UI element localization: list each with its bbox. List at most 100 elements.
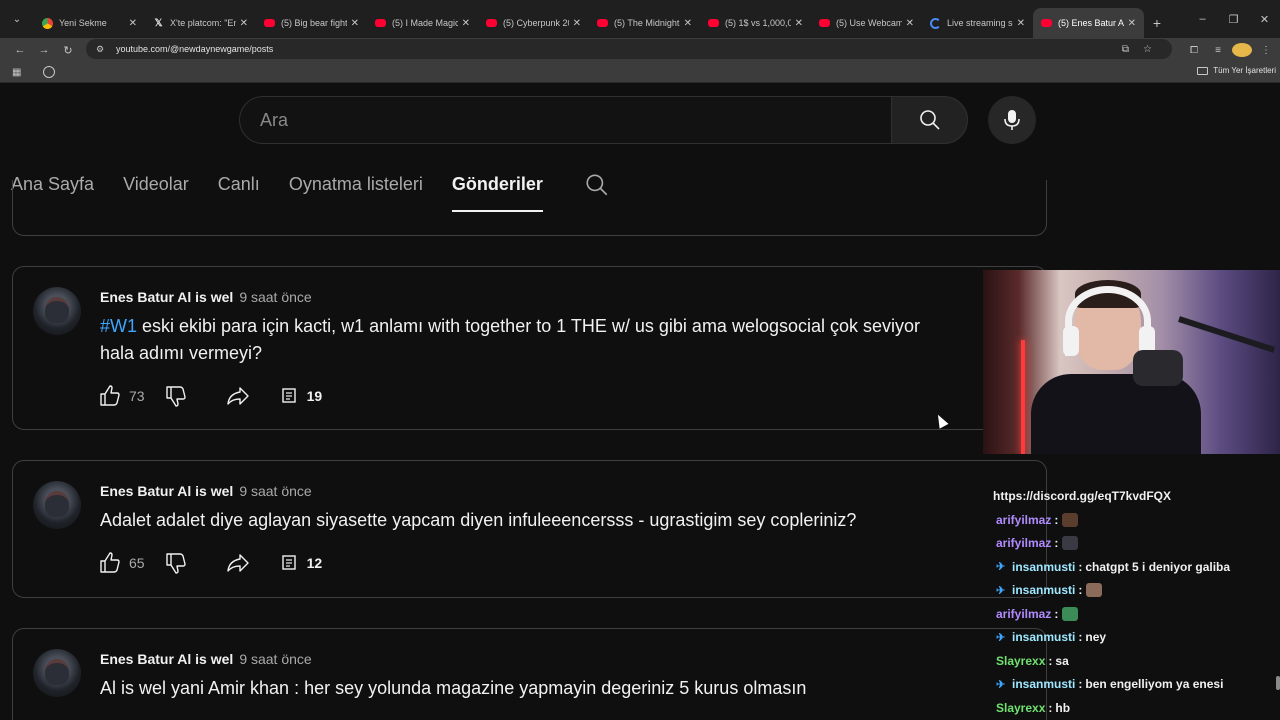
avatar[interactable]	[33, 481, 81, 529]
close-window-icon[interactable]: ✕	[1249, 0, 1280, 38]
stream-chat-overlay: https://discord.gg/eqT7kvdFQX arifyilmaz…	[993, 486, 1280, 720]
scrollbar-thumb[interactable]	[1276, 676, 1280, 690]
browser-tab[interactable]: 𝕏 X'te platcom: "En ✕	[145, 8, 256, 38]
browser-tab[interactable]: (5) Big bear fight ✕	[256, 8, 367, 38]
all-bookmarks-button[interactable]: Tüm Yer İşaretleri	[1197, 66, 1276, 75]
back-icon[interactable]: ←	[8, 38, 32, 62]
browser-tab[interactable]: (5) Enes Batur Al ✕	[1033, 8, 1144, 38]
post-text: Al is wel yani Amir khan : her sey yolun…	[100, 675, 1000, 702]
search-placeholder: Ara	[260, 109, 289, 130]
chat-username: insanmusti	[1012, 677, 1076, 692]
browser-tab[interactable]: (5) 1$ vs 1,000,00 ✕	[700, 8, 811, 38]
chat-separator: :	[1078, 630, 1083, 645]
close-tab-icon[interactable]: ✕	[573, 18, 581, 29]
microphone-icon	[1004, 110, 1020, 130]
browser-tab[interactable]: Yeni Sekme ✕	[34, 8, 145, 38]
browser-tab[interactable]: (5) Cyberpunk 20 ✕	[478, 8, 589, 38]
extensions-icon[interactable]: ⧠	[1184, 45, 1204, 56]
dislike-button[interactable]	[163, 551, 189, 575]
author-name[interactable]: Enes Batur Al is wel	[100, 289, 233, 305]
browser-tab[interactable]: (5) The Midnight ✕	[589, 8, 700, 38]
chat-text: hb	[1055, 700, 1071, 715]
profile-avatar-icon[interactable]	[1232, 43, 1252, 57]
bookmark-star-icon[interactable]: ☆	[1143, 44, 1152, 55]
all-bookmarks-label: Tüm Yer İşaretleri	[1213, 66, 1276, 75]
bookmarks-bar: ▦ Tüm Yer İşaretleri	[0, 62, 1280, 83]
like-button[interactable]: 73	[97, 384, 145, 408]
emote-icon	[1062, 536, 1079, 551]
share-button[interactable]	[225, 384, 251, 408]
globe-bookmark-icon[interactable]	[43, 66, 55, 78]
chat-messages: arifyilmaz: arifyilmaz: ✈ insanmusti: chatgp…	[993, 508, 1280, 720]
browser-tab-bar: ⌄ Yeni Sekme ✕ 𝕏 X'te platcom: "En ✕ (5) Big …	[0, 0, 1280, 38]
close-tab-icon[interactable]: ✕	[795, 18, 803, 29]
chat-username: arifyilmaz	[996, 606, 1052, 621]
comments-button[interactable]: 12	[281, 554, 322, 572]
close-tab-icon[interactable]: ✕	[684, 18, 692, 29]
post-text-content: Adalet adalet diye aglayan siyasette yap…	[100, 510, 857, 530]
browser-tab[interactable]: Live streaming so ✕	[922, 8, 1033, 38]
tab-title: Yeni Sekme	[59, 18, 107, 28]
dislike-button[interactable]	[163, 384, 189, 408]
search-input[interactable]: Ara	[239, 96, 891, 144]
like-button[interactable]: 65	[97, 551, 145, 575]
tab-search-menu-button[interactable]: ⌄	[0, 0, 34, 38]
restore-icon[interactable]: ❐	[1218, 0, 1249, 38]
comments-button[interactable]: 19	[281, 387, 322, 405]
microphone	[1133, 350, 1183, 386]
chat-message: ✈ insanmusti: ben engelliyom ya enesi	[993, 673, 1280, 697]
search-button[interactable]	[891, 96, 968, 144]
minimize-icon[interactable]: –	[1187, 0, 1218, 38]
hashtag-link[interactable]: #W1	[100, 316, 137, 336]
close-tab-icon[interactable]: ✕	[906, 18, 914, 29]
chat-username: Slayrexx	[996, 700, 1046, 715]
like-count: 65	[129, 555, 145, 571]
author-name[interactable]: Enes Batur Al is wel	[100, 483, 233, 499]
chat-message: ✈ insanmusti:	[993, 579, 1280, 603]
url-text: youtube.com/@newdaynewgame/posts	[116, 44, 274, 54]
avatar[interactable]	[33, 287, 81, 335]
new-tab-button[interactable]: +	[1144, 8, 1170, 38]
toolbar-right: ⧠ ≡ ⋮	[1184, 38, 1280, 62]
post-author[interactable]: Enes Batur Al is wel 9 saat önce	[100, 289, 312, 305]
close-tab-icon[interactable]: ✕	[351, 18, 359, 29]
moderator-badge-icon: ✈	[996, 561, 1006, 574]
tab-title: (5) Enes Batur Al	[1058, 18, 1124, 28]
close-tab-icon[interactable]: ✕	[1128, 18, 1136, 29]
post-actions: 65 12	[97, 551, 322, 575]
browser-menu-icon[interactable]: ⋮	[1256, 45, 1276, 56]
address-bar[interactable]: ⚙ youtube.com/@newdaynewgame/posts ⧉ ☆	[86, 39, 1172, 59]
browser-tab[interactable]: (5) Use Webcam ✕	[811, 8, 922, 38]
webcam-overlay	[983, 270, 1280, 454]
post-text-content: Al is wel yani Amir khan : her sey yolun…	[100, 678, 807, 698]
youtube-icon	[375, 19, 386, 27]
like-count: 73	[129, 388, 145, 404]
close-tab-icon[interactable]: ✕	[240, 18, 248, 29]
voice-search-button[interactable]	[988, 96, 1036, 144]
close-tab-icon[interactable]: ✕	[1017, 18, 1025, 29]
install-app-icon[interactable]: ⧉	[1122, 44, 1129, 55]
youtube-icon	[597, 19, 608, 27]
close-tab-icon[interactable]: ✕	[462, 18, 470, 29]
youtube-icon	[486, 19, 497, 27]
reload-icon[interactable]: ↻	[56, 38, 80, 62]
site-info-icon[interactable]: ⚙	[94, 43, 106, 55]
browser-tab[interactable]: (5) I Made Magic ✕	[367, 8, 478, 38]
chat-separator: :	[1048, 700, 1053, 715]
apps-grid-icon[interactable]: ▦	[12, 67, 24, 79]
close-tab-icon[interactable]: ✕	[129, 18, 137, 29]
forward-icon[interactable]: →	[32, 38, 56, 62]
youtube-icon	[1041, 19, 1052, 27]
post-author[interactable]: Enes Batur Al is wel 9 saat önce	[100, 651, 312, 667]
folder-icon	[1197, 66, 1209, 75]
led-light	[1021, 340, 1025, 454]
thumbs-down-icon	[165, 386, 186, 407]
post-author[interactable]: Enes Batur Al is wel 9 saat önce	[100, 483, 312, 499]
media-control-icon[interactable]: ≡	[1208, 45, 1228, 56]
chat-username: insanmusti	[1012, 559, 1076, 574]
avatar[interactable]	[33, 649, 81, 697]
author-name[interactable]: Enes Batur Al is wel	[100, 651, 233, 667]
streamer-body	[1031, 374, 1201, 454]
share-button[interactable]	[225, 551, 251, 575]
post-text-content: eski ekibi para için kacti, w1 anlamı wi…	[100, 316, 921, 363]
